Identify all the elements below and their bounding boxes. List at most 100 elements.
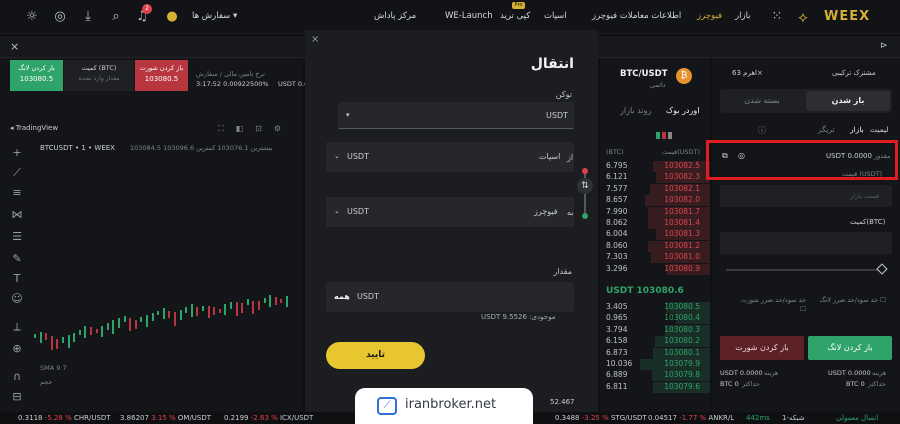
info-icon[interactable]: ⓘ (758, 125, 766, 136)
nav-copy-trade[interactable]: کپی ترید (500, 11, 530, 21)
ask-row[interactable]: 103082.3 6.121 (600, 172, 710, 184)
transfer-icon[interactable]: ⧉ (722, 151, 728, 161)
ask-row[interactable]: 103081.3 6.004 (600, 229, 710, 241)
ask-row[interactable]: 103081.0 7.303 (600, 252, 710, 264)
lock-icon[interactable]: ⊟ (9, 390, 25, 404)
quick-short-card[interactable]: باز کردن شورت 103080.5 (135, 60, 188, 91)
margin-mode[interactable]: مشترک ترکیبی (832, 69, 876, 77)
candle (101, 326, 104, 337)
ask-row[interactable]: 103081.7 7.990 (600, 206, 710, 218)
tab-trades[interactable]: روند بازار (620, 106, 651, 115)
candle (190, 304, 193, 318)
from-label: از (567, 153, 574, 162)
zoom-icon[interactable]: ⊕ (9, 342, 25, 356)
apps-grid-icon[interactable]: ⁙ (769, 9, 785, 25)
nav-rewards[interactable]: مرکز پاداش (374, 11, 416, 21)
candlestick-chart[interactable] (34, 243, 300, 363)
book-view-icons[interactable] (656, 132, 678, 139)
chart-toolbar-icons[interactable]: ⛶◧⊡⚙ (218, 124, 293, 134)
calculator-icon[interactable]: ◎ (738, 151, 745, 160)
tab-open[interactable]: باز شدن (806, 91, 890, 111)
bid-row[interactable]: 103079.6 6.811 (600, 381, 710, 393)
type-limit[interactable]: لیمیت (870, 125, 889, 134)
from-account-select[interactable]: ⌄ USDT اسپات (326, 142, 574, 172)
quantity: 7.577 (606, 183, 628, 193)
ticker-item[interactable]: 3.86207 3.15 % OM/USDT (120, 414, 211, 422)
trendline-icon[interactable]: ⟋ (9, 166, 25, 180)
nav-spot[interactable]: اسپات (544, 11, 567, 21)
bid-row[interactable]: 103080.5 3.405 (600, 302, 710, 313)
magnet-icon[interactable]: ∩ (9, 370, 25, 384)
btc-coin-icon: ₿ (676, 68, 692, 84)
candle (84, 326, 87, 339)
network[interactable]: شبکه-1 (782, 414, 805, 422)
close-banner-icon[interactable]: × (10, 40, 19, 53)
quick-qty-card[interactable]: کمیت (BTC) مقدار وارد نشده (64, 60, 134, 91)
ask-row[interactable]: 103081.2 8.060 (600, 240, 710, 252)
pattern-icon[interactable]: ⋈ (9, 208, 25, 222)
bid-row[interactable]: 103079.8 6.889 (600, 370, 710, 382)
candle (252, 301, 255, 315)
quantity: 6.004 (606, 229, 628, 239)
crosshair-icon[interactable]: + (9, 146, 25, 160)
qty-slider[interactable] (726, 269, 878, 271)
bid-row[interactable]: 103080.4 0.965 (600, 313, 710, 325)
user-avatar-icon[interactable]: ● (164, 9, 180, 25)
tab-orderbook[interactable]: اوردر بوک (666, 106, 699, 115)
text-icon[interactable]: T (9, 272, 25, 286)
confirm-button[interactable]: تایید (326, 342, 425, 369)
price-input[interactable]: قیمت بازار (720, 185, 892, 207)
nav-market[interactable]: بازار (735, 11, 751, 21)
latency: 442ms (746, 414, 770, 422)
orders-menu[interactable]: سفارش ها ▾ (192, 11, 237, 21)
qty-input[interactable] (720, 232, 892, 254)
ask-row[interactable]: 103082.1 7.577 (600, 183, 710, 195)
tp-short-label[interactable]: حد سود/حد ضرر شورت ☐ (736, 296, 806, 314)
tp-long-label[interactable]: حد سود/حد ضرر لانگ ☐ (816, 296, 886, 305)
quantity: 6.121 (606, 172, 628, 182)
tab-close[interactable]: بسته شدن (720, 91, 804, 111)
theme-icon[interactable]: ☼ (24, 9, 40, 25)
quick-long-card[interactable]: باز کردن لانگ 103080.5 (10, 60, 63, 91)
globe-icon[interactable]: ◎ (52, 9, 68, 25)
ruler-icon[interactable]: ⟂ (9, 320, 25, 334)
ticker-item[interactable]: 0.04517 -1.77 % ANKR/L (648, 414, 734, 422)
type-trigger[interactable]: تریگر (818, 125, 835, 134)
ticker-item[interactable]: 0.3118 -5.28 % CHR/USDT (18, 414, 111, 422)
nav-futures[interactable]: فیوچرز (697, 11, 722, 21)
bid-row[interactable]: 103080.1 6.873 (600, 347, 710, 359)
search-icon[interactable]: ⌕ (108, 9, 124, 25)
modal-close-icon[interactable]: × (311, 34, 319, 45)
all-button[interactable]: همه (334, 292, 350, 301)
swap-icon[interactable]: ⇅ (577, 178, 593, 194)
cost-long: USDT 0.0000 (828, 369, 871, 377)
amount-input[interactable]: USDT همه (326, 282, 574, 312)
leverage[interactable]: اهرم 63× (732, 69, 763, 77)
download-icon[interactable]: ⤓ (80, 9, 96, 25)
nav-futures-data[interactable]: اطلاعات معاملات فیوچرز (592, 11, 681, 21)
emoji-icon[interactable]: ☺ (9, 292, 25, 306)
open-long-button[interactable]: باز کردن لانگ (808, 336, 892, 360)
ask-row[interactable]: 103082.0 8.657 (600, 195, 710, 207)
coin-select[interactable]: USDT ▾ (338, 102, 574, 129)
sidebar-toggle-icon[interactable]: ⊳ (880, 41, 888, 51)
nav-we-launch[interactable]: WE-Launch (445, 11, 493, 21)
ask-row[interactable]: 103080.9 3.296 (600, 263, 710, 275)
brush-icon[interactable]: ✎ (9, 252, 25, 266)
bid-row[interactable]: 103080.3 3.794 (600, 324, 710, 336)
quantity: 6.811 (606, 381, 628, 391)
slider-handle[interactable] (876, 263, 888, 275)
type-market[interactable]: بازار (850, 125, 864, 134)
bid-row[interactable]: 103079.9 10.036 (600, 359, 710, 370)
ticker-item[interactable]: 0.3488 -3.25 % STG/USDT (555, 414, 647, 422)
ticker-item[interactable]: 0.2199 -2.63 % ICX/USDT (224, 414, 313, 422)
ask-row[interactable]: 103081.4 8.062 (600, 218, 710, 229)
max-long-label: حداکثر (868, 380, 886, 388)
bid-row[interactable]: 103080.2 6.158 (600, 336, 710, 348)
weex-logo[interactable]: ⟡ WEEX (798, 7, 878, 27)
to-account-select[interactable]: ⌄ USDT فیوچرز (326, 197, 574, 227)
ask-row[interactable]: 103082.5 6.795 (600, 161, 710, 172)
fib-icon[interactable]: ☰ (9, 230, 25, 244)
open-short-button[interactable]: باز کردن شورت (720, 336, 804, 360)
hline-icon[interactable]: ≡ (9, 186, 25, 200)
